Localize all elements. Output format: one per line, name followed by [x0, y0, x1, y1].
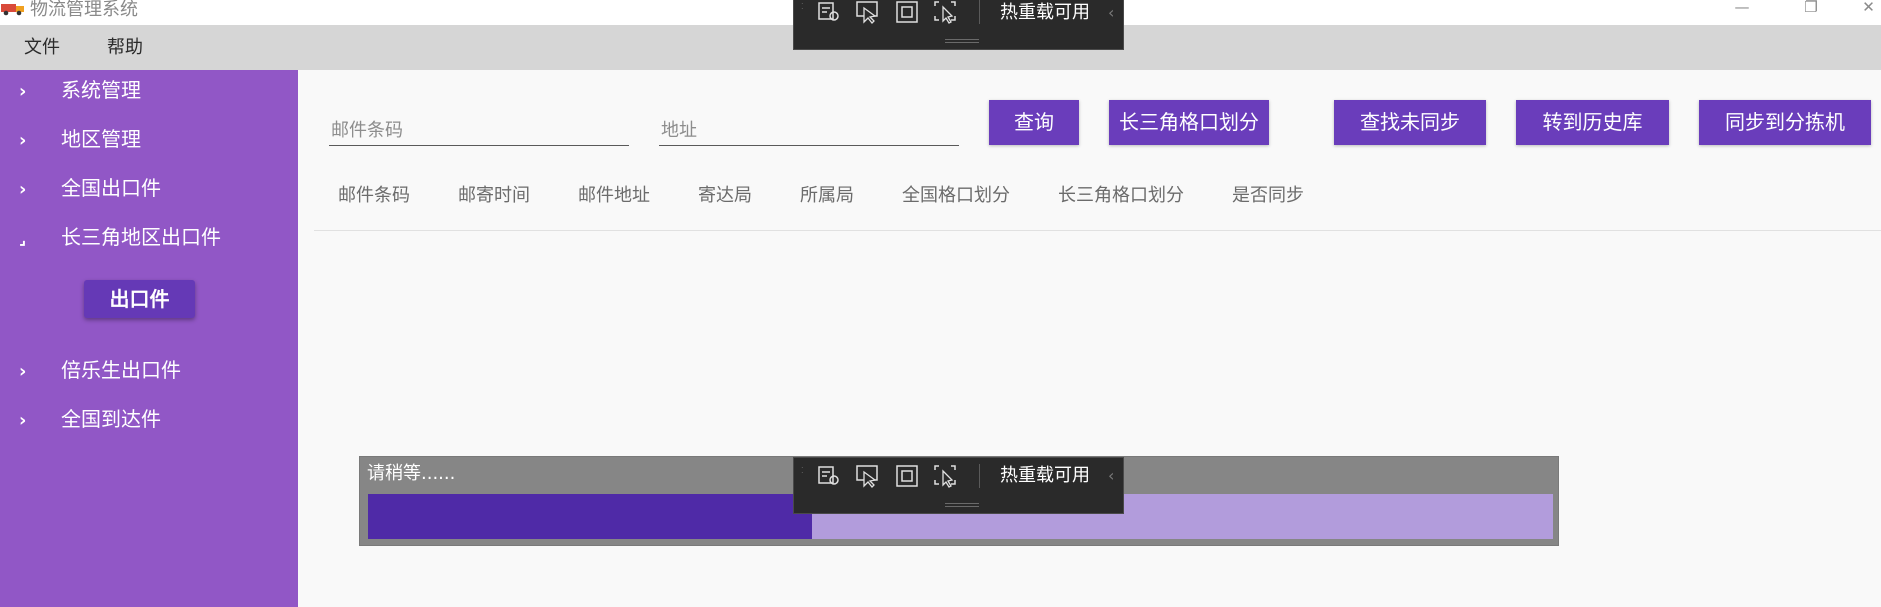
grip-handle-icon[interactable] — [945, 503, 979, 507]
sidebar-subitem-export[interactable]: 出口件 — [84, 280, 195, 318]
sidebar-item-yangtze-delta-export[interactable]: ⌟ 长三角地区出口件 — [0, 217, 298, 265]
find-unsynced-button[interactable]: 查找未同步 — [1334, 100, 1486, 145]
chevron-right-icon: › — [19, 130, 27, 151]
sidebar-item-label: 倍乐生出口件 — [61, 358, 181, 382]
hot-reload-toolbar-top: ⁚ 热重载可用 ‹ — [793, 0, 1124, 50]
live-visual-tree-icon[interactable] — [815, 463, 843, 489]
column-header-mail-time[interactable]: 邮寄时间 — [458, 184, 530, 208]
chevron-right-icon: › — [19, 179, 27, 200]
chevron-expanded-icon: ⌟ — [19, 230, 27, 248]
window-title: 物流管理系统 — [30, 0, 138, 20]
live-visual-tree-icon[interactable] — [815, 0, 843, 25]
toolbar-separator — [979, 0, 980, 24]
display-layout-adorners-icon[interactable] — [893, 0, 921, 25]
toolbar-separator — [979, 464, 980, 488]
restore-button[interactable]: ❐ — [1788, 0, 1834, 20]
sidebar: › 系统管理 › 地区管理 › 全国出口件 ⌟ 长三角地区出口件 出口件 › 倍… — [0, 70, 298, 607]
table-header-divider — [314, 230, 1881, 231]
menu-file[interactable]: 文件 — [24, 25, 60, 70]
chevron-right-icon: › — [19, 81, 27, 102]
sidebar-item-label: 全国到达件 — [61, 407, 161, 431]
query-button[interactable]: 查询 — [989, 100, 1079, 145]
drag-dots-icon: ⁚ — [801, 2, 804, 11]
close-button[interactable]: ✕ — [1856, 0, 1881, 20]
sidebar-item-label: 地区管理 — [61, 127, 141, 151]
to-history-button[interactable]: 转到历史库 — [1516, 100, 1669, 145]
select-element-icon[interactable] — [854, 0, 882, 25]
column-header-synced[interactable]: 是否同步 — [1232, 184, 1304, 208]
sync-sorter-button[interactable]: 同步到分拣机 — [1699, 100, 1871, 145]
barcode-input[interactable]: 邮件条码 — [329, 114, 629, 146]
sidebar-item-national-arrival[interactable]: › 全国到达件 — [0, 399, 298, 447]
grip-handle-icon[interactable] — [945, 39, 979, 43]
sidebar-item-region-management[interactable]: › 地区管理 — [0, 119, 298, 167]
column-header-owning-office[interactable]: 所属局 — [800, 184, 854, 208]
sidebar-item-national-export[interactable]: › 全国出口件 — [0, 168, 298, 216]
display-layout-adorners-icon[interactable] — [893, 463, 921, 489]
barcode-placeholder: 邮件条码 — [331, 120, 403, 141]
sidebar-item-label: 系统管理 — [61, 78, 141, 102]
sidebar-item-system-management[interactable]: › 系统管理 — [0, 70, 298, 118]
drag-dots-icon: ⁚ — [801, 466, 804, 475]
truck-app-icon — [1, 4, 24, 16]
address-input[interactable]: 地址 — [659, 114, 959, 146]
collapse-chevron-icon[interactable]: ‹ — [1108, 465, 1114, 487]
column-header-mail-address[interactable]: 邮件地址 — [578, 184, 650, 208]
progress-fill — [368, 494, 813, 539]
address-placeholder: 地址 — [661, 120, 697, 141]
hot-reload-label[interactable]: 热重载可用 — [1000, 2, 1090, 24]
track-focused-element-icon[interactable] — [932, 463, 960, 489]
select-element-icon[interactable] — [854, 463, 882, 489]
hot-reload-label[interactable]: 热重载可用 — [1000, 465, 1090, 487]
partition-button[interactable]: 长三角格口划分 — [1109, 100, 1269, 145]
column-header-national-partition[interactable]: 全国格口划分 — [902, 184, 1010, 208]
menu-help[interactable]: 帮助 — [107, 25, 143, 70]
sidebar-item-label: 全国出口件 — [61, 176, 161, 200]
loading-text: 请稍等...... — [367, 463, 456, 484]
collapse-chevron-icon[interactable]: ‹ — [1108, 2, 1114, 24]
column-header-delta-partition[interactable]: 长三角格口划分 — [1058, 184, 1184, 208]
sidebar-item-label: 长三角地区出口件 — [61, 225, 221, 249]
chevron-right-icon: › — [19, 361, 27, 382]
column-header-destination-office[interactable]: 寄达局 — [698, 184, 752, 208]
sidebar-item-benesse-export[interactable]: › 倍乐生出口件 — [0, 350, 298, 398]
column-header-barcode[interactable]: 邮件条码 — [338, 184, 410, 208]
track-focused-element-icon[interactable] — [932, 0, 960, 25]
minimize-button[interactable]: — — [1719, 0, 1765, 20]
chevron-right-icon: › — [19, 410, 27, 431]
hot-reload-toolbar-overlay: ⁚ 热重载可用 ‹ — [793, 457, 1124, 514]
